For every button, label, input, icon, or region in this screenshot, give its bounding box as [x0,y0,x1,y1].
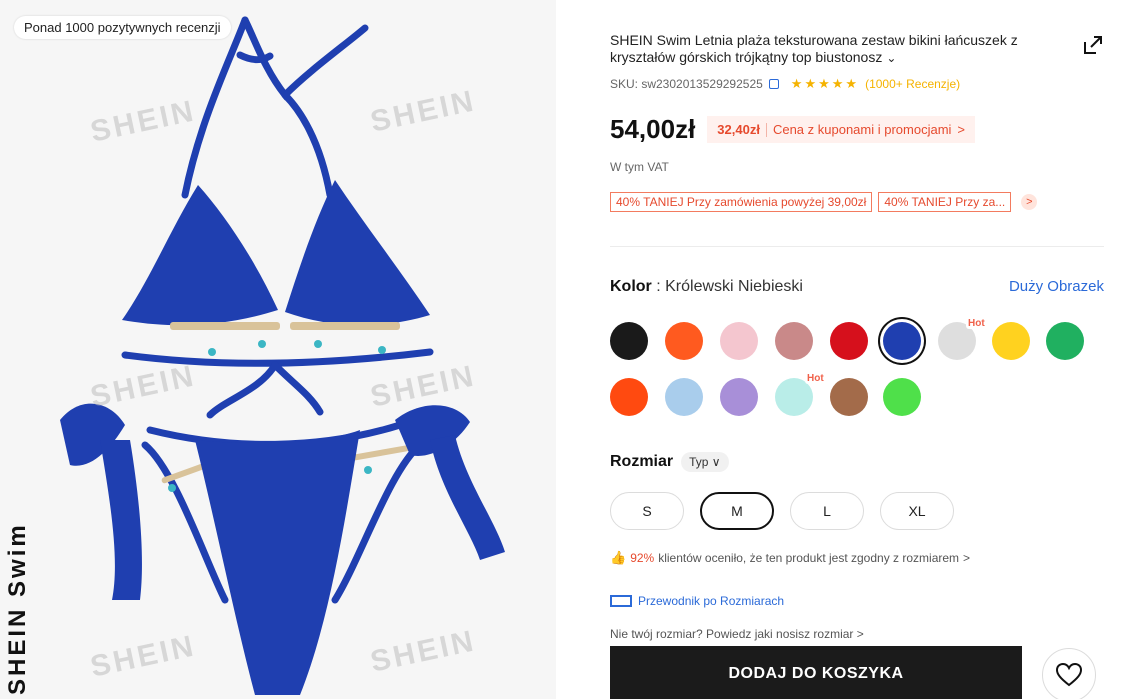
swatch-yellow[interactable] [992,322,1030,360]
product-title[interactable]: SHEIN Swim Letnia plaża teksturowana zes… [610,32,1050,67]
size-guide-label: Przewodnik po Rozmiarach [638,594,785,608]
size-options: S M L XL [610,492,954,530]
star-rating-icon: ★★★★★ [790,76,860,91]
color-label: Kolor [610,278,652,295]
price: 54,00zł [610,114,696,144]
chevron-right-icon[interactable]: > [1021,194,1038,210]
size-type-dropdown[interactable]: Typ ∨ [681,452,729,472]
thumbs-up-icon: 👍 [610,550,627,565]
coupon-text: Cena z kuponami i promocjami [772,122,952,137]
vat-note: W tym VAT [610,160,669,174]
promo-tag[interactable]: 40% TANIEJ Przy za... [878,192,1012,212]
big-image-link[interactable]: Duży Obrazek [1009,278,1104,296]
hot-badge: Hot [966,318,987,329]
wishlist-button[interactable] [1042,648,1096,699]
swatch-brown[interactable] [830,378,868,416]
share-icon[interactable] [1082,34,1104,56]
promo-row: 40% TANIEJ Przy zamówienia powyżej 39,00… [610,192,1038,212]
swatch-lavender[interactable] [720,378,758,416]
swatch-royal-blue[interactable] [883,322,921,360]
product-info: SHEIN Swim Letnia plaża teksturowana zes… [610,0,1120,699]
product-page: SHEIN SHEIN SHEIN SHEIN SHEIN SHEIN Pona… [0,0,1144,699]
color-heading: Kolor : Królewski Niebieski [610,278,803,296]
ruler-icon [610,595,632,607]
swatch-light-pink[interactable] [720,322,758,360]
swatch-black[interactable] [610,322,648,360]
size-guide-link[interactable]: Przewodnik po Rozmiarach [610,594,784,608]
coupon-price-box[interactable]: 32,40zł Cena z kuponami i promocjami > [707,116,976,143]
hot-badge: Hot [805,373,826,384]
reviews-link[interactable]: (1000+ Recenzje) [865,77,960,91]
not-your-size-link[interactable]: Nie twój rozmiar? Powiedz jaki nosisz ro… [610,627,864,641]
size-option-s[interactable]: S [610,492,684,530]
brand-vertical-label: SHEIN Swim [4,522,31,695]
fit-percentage: 92% [630,551,655,565]
product-title-text: SHEIN Swim Letnia plaża teksturowana zes… [610,32,1018,65]
swatch-orange[interactable] [665,322,703,360]
chevron-right-icon: > [957,122,966,137]
size-option-l[interactable]: L [790,492,864,530]
add-to-cart-button[interactable]: DODAJ DO KOSZYKA [610,646,1022,699]
size-header: Rozmiar Typ ∨ [610,452,729,472]
fit-feedback[interactable]: 👍 92% klientów oceniło, że ten produkt j… [610,550,970,566]
copy-icon[interactable] [768,79,779,89]
price-row: 54,00zł 32,40zł Cena z kuponami i promoc… [610,114,976,145]
size-option-m[interactable]: M [700,492,774,530]
fit-text: klientów oceniło, że ten produkt jest zg… [658,551,960,565]
top-left-cup [122,185,278,326]
top-right-cup [285,180,430,326]
swatch-green[interactable] [1046,322,1084,360]
divider [765,122,767,137]
chevron-down-icon[interactable]: ⌄ [886,50,896,67]
bottom-piece [195,430,360,695]
color-header: Kolor : Królewski Niebieski Duży Obrazek [610,278,1104,296]
sku-row: SKU: sw2302013529292525 ★★★★★ (1000+ Rec… [610,76,960,92]
coupon-price: 32,40zł [717,122,760,137]
review-badge: Ponad 1000 pozytywnych recenzji [14,16,231,39]
swatch-lime[interactable] [883,378,921,416]
color-value: : Królewski Niebieski [656,278,803,295]
size-option-xl[interactable]: XL [880,492,954,530]
heart-icon [1056,663,1082,687]
promo-tag[interactable]: 40% TANIEJ Przy zamówienia powyżej 39,00… [610,192,873,212]
swatch-orange-red[interactable] [610,378,648,416]
sku-text: SKU: sw2302013529292525 [610,77,763,91]
divider [610,246,1104,247]
swatch-dusty-rose[interactable] [775,322,813,360]
chevron-right-icon: > [963,551,971,565]
size-label: Rozmiar [610,453,674,470]
swatch-light-blue[interactable] [665,378,703,416]
product-image[interactable]: SHEIN SHEIN SHEIN SHEIN SHEIN SHEIN Pona… [0,0,556,699]
swatch-red[interactable] [830,322,868,360]
